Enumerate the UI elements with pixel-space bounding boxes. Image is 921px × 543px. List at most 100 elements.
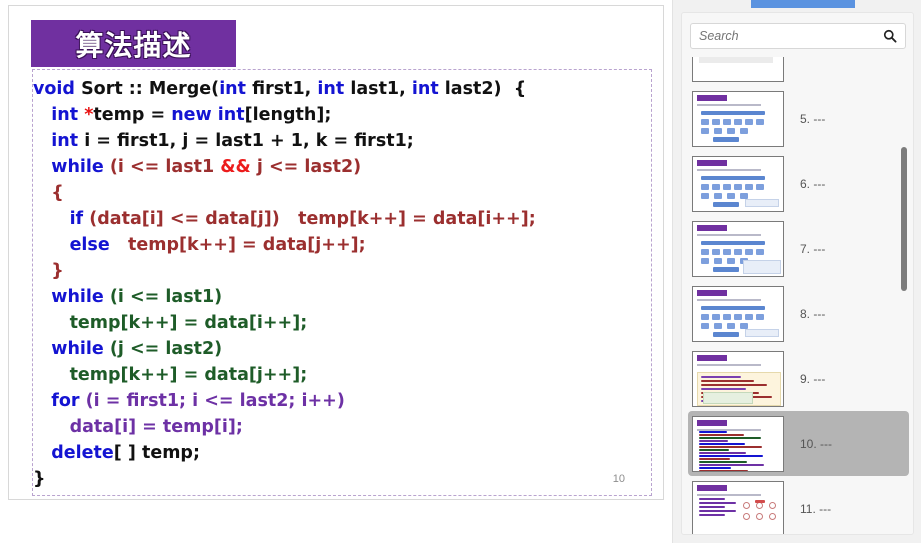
code-token: for — [51, 391, 86, 411]
code-token: temp[k++] = data[j++]; — [109, 235, 366, 255]
code-token: last1, — [350, 79, 412, 99]
slide-frame: 算法描述 void Sort :: Merge(int first1, int … — [8, 5, 664, 500]
code-block: void Sort :: Merge(int first1, int last1… — [32, 69, 652, 496]
thumbnail-image[interactable] — [692, 57, 784, 82]
slide-viewer: 算法描述 void Sort :: Merge(int first1, int … — [0, 0, 672, 543]
thumbnail-label: 7. --- — [800, 241, 826, 256]
thumbnail-image[interactable] — [692, 90, 784, 147]
code-line: for (i = first1; i <= last2; i++) — [33, 388, 651, 414]
code-token: [length]; — [244, 105, 332, 125]
thumbnail-preview — [693, 417, 783, 471]
thumbnail-preview — [693, 92, 783, 146]
code-token: temp[k++] = data[j++]; — [69, 365, 308, 385]
code-token: while — [51, 287, 110, 307]
search-input[interactable] — [691, 28, 879, 44]
sidebar-panel: 5. --- 6. --- 7. --- 8. --- 9. --- 10. --- 11.… — [681, 12, 914, 535]
slide-title: 算法描述 — [75, 28, 192, 62]
thumbnail-label: 11. --- — [800, 501, 832, 516]
code-token: new int — [171, 105, 245, 125]
code-line: } — [33, 258, 651, 284]
sidebar-scrollbar[interactable] — [901, 57, 910, 534]
thumbnail-image[interactable] — [692, 415, 784, 472]
thumbnail-item[interactable]: 6. --- — [688, 151, 909, 216]
code-line: } — [33, 466, 651, 492]
thumbnail-image[interactable] — [692, 220, 784, 277]
tab-slides[interactable] — [751, 0, 855, 8]
thumbnail-image[interactable] — [692, 155, 784, 212]
thumbnail-item[interactable] — [688, 57, 909, 86]
thumbnail-image[interactable] — [692, 350, 784, 407]
thumbnail-label: 6. --- — [800, 176, 826, 191]
code-token: j <= last2) — [250, 157, 362, 177]
slide-canvas: 算法描述 void Sort :: Merge(int first1, int … — [9, 6, 663, 499]
thumbnail-item[interactable]: 11. --- — [688, 476, 909, 535]
code-token: (i <= last1 — [109, 157, 221, 177]
thumbnail-preview — [693, 352, 783, 406]
thumbnail-item[interactable]: 7. --- — [688, 216, 909, 281]
code-token: temp = — [93, 105, 172, 125]
thumbnail-preview — [693, 287, 783, 341]
search-icon[interactable] — [879, 29, 905, 43]
thumbnail-image[interactable] — [692, 285, 784, 342]
code-token: int — [51, 105, 85, 125]
code-token: && — [220, 157, 251, 177]
code-line: int i = first1, j = last1 + 1, k = first… — [33, 128, 651, 154]
thumbnail-preview — [693, 57, 783, 81]
code-token: last2) { — [444, 79, 527, 99]
thumbnail-item[interactable]: 9. --- — [688, 346, 909, 411]
code-line: delete[ ] temp; — [33, 440, 651, 466]
thumbnail-label: 10. --- — [800, 436, 833, 451]
sidebar: 5. --- 6. --- 7. --- 8. --- 9. --- 10. --- 11.… — [672, 0, 921, 543]
thumbnail-preview — [693, 222, 783, 276]
code-token: int — [317, 79, 351, 99]
slide-title-banner: 算法描述 — [31, 20, 236, 67]
scrollbar-thumb[interactable] — [901, 147, 907, 291]
tab-strip — [673, 0, 921, 8]
code-line: void Sort :: Merge(int first1, int last1… — [33, 76, 651, 102]
thumbnail-item[interactable]: 5. --- — [688, 86, 909, 151]
code-token: (j <= last2) — [109, 339, 223, 359]
player-controls: 10 / 37 00:00 / 00:00 — [0, 503, 672, 543]
code-line: while (i <= last1) — [33, 284, 651, 310]
thumbnail-list[interactable]: 5. --- 6. --- 7. --- 8. --- 9. --- 10. --- 11.… — [682, 57, 913, 535]
code-token: delete — [51, 443, 114, 463]
slide-player-app: 算法描述 void Sort :: Merge(int first1, int … — [0, 0, 921, 543]
code-token: } — [51, 261, 64, 281]
code-line: temp[k++] = data[j++]; — [33, 362, 651, 388]
thumbnail-preview — [693, 157, 783, 211]
code-token: (data[i] <= data[j]) temp[k++] = data[i+… — [89, 209, 536, 229]
code-line: else temp[k++] = data[j++]; — [33, 232, 651, 258]
code-line: temp[k++] = data[i++]; — [33, 310, 651, 336]
code-token: [ ] temp; — [113, 443, 200, 463]
thumbnail-image[interactable] — [692, 480, 784, 535]
code-token: (i <= last1) — [109, 287, 223, 307]
code-line: while (i <= last1 && j <= last2) — [33, 154, 651, 180]
slide-page-number: 10 — [612, 473, 625, 485]
code-token: * — [84, 105, 94, 125]
code-token: int — [219, 79, 253, 99]
code-token: { — [51, 183, 64, 203]
code-line: while (j <= last2) — [33, 336, 651, 362]
code-token: } — [33, 469, 46, 489]
thumbnail-item[interactable]: 8. --- — [688, 281, 909, 346]
code-token: data[i] = temp[i]; — [69, 417, 243, 437]
thumbnail-item-selected[interactable]: 10. --- — [688, 411, 909, 476]
code-token: void — [33, 79, 82, 99]
thumbnail-preview — [693, 482, 783, 535]
code-token: Sort :: Merge( — [81, 79, 220, 99]
code-token: temp[k++] = data[i++]; — [69, 313, 308, 333]
code-token: while — [51, 157, 110, 177]
search-box[interactable] — [690, 23, 906, 49]
code-token: while — [51, 339, 110, 359]
